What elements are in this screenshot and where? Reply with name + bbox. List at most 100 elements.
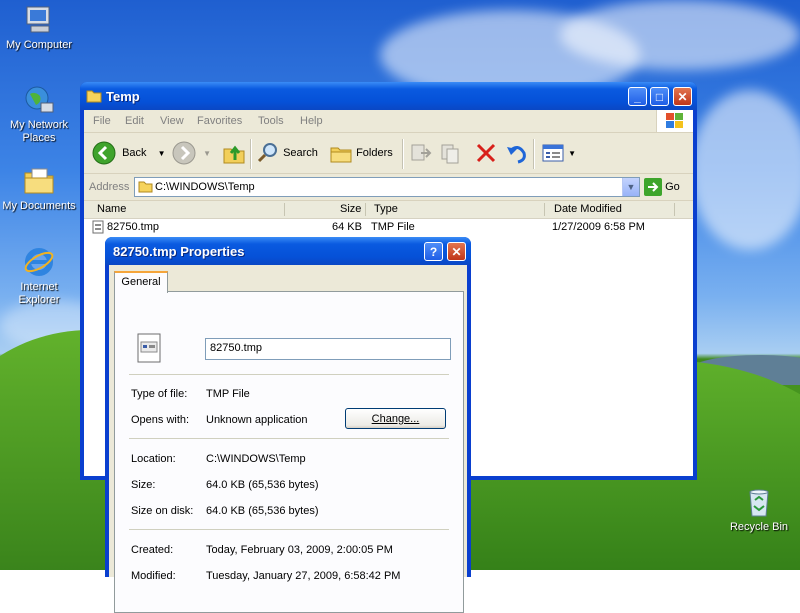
opens-with-value: Unknown application — [206, 414, 308, 426]
file-name-value: 82750.tmp — [210, 342, 262, 354]
column-divider[interactable] — [544, 203, 545, 216]
column-header-date-modified[interactable]: Date Modified — [554, 203, 622, 215]
folders-label: Folders — [356, 147, 393, 159]
address-input[interactable]: C:\WINDOWS\Temp ▼ — [134, 177, 640, 197]
size-on-disk-value: 64.0 KB (65,536 bytes) — [206, 505, 319, 517]
file-name-field[interactable]: 82750.tmp — [205, 338, 451, 360]
toolbar-separator — [250, 139, 252, 169]
address-value: C:\WINDOWS\Temp — [155, 181, 255, 193]
maximize-icon: □ — [655, 90, 664, 104]
go-button[interactable]: Go — [644, 178, 680, 197]
menu-help[interactable]: Help — [300, 115, 323, 127]
toolbar-separator — [533, 139, 535, 169]
desktop-icon-network-places[interactable]: My Network Places — [0, 84, 78, 145]
type-value: TMP File — [206, 388, 250, 400]
opens-with-label: Opens with: — [131, 414, 190, 426]
location-value: C:\WINDOWS\Temp — [206, 453, 306, 465]
file-type-cell: TMP File — [371, 221, 415, 233]
search-label: Search — [283, 147, 318, 159]
minimize-button[interactable]: _ — [628, 87, 647, 106]
file-size-cell: 64 KB — [332, 221, 362, 233]
tab-general[interactable]: General — [114, 271, 168, 293]
desktop-icon-recycle-bin[interactable]: Recycle Bin — [720, 486, 798, 534]
delete-icon — [476, 144, 496, 163]
column-divider[interactable] — [365, 203, 366, 216]
go-label: Go — [665, 181, 680, 193]
menu-bar: File Edit View Favorites Tools Help — [84, 110, 693, 133]
cloud — [560, 0, 800, 70]
toolbar: Back ▼ ▼ Search Folders ▼ — [84, 133, 693, 174]
views-icon — [542, 144, 564, 162]
table-row[interactable]: 82750.tmp 64 KB TMP File 1/27/2009 6:58 … — [84, 220, 693, 236]
modified-value: Tuesday, January 27, 2009, 6:58:42 PM — [206, 570, 401, 582]
folders-icon — [330, 147, 352, 163]
minimize-icon: _ — [634, 90, 641, 104]
file-name-cell: 82750.tmp — [107, 221, 159, 233]
column-header-row: Name Size Type Date Modified — [84, 201, 693, 219]
close-button[interactable]: ✕ — [673, 87, 692, 106]
desktop-icon-label: Internet Explorer — [18, 281, 60, 306]
menu-tools[interactable]: Tools — [258, 115, 284, 127]
folder-icon — [86, 89, 102, 106]
dialog-close-button[interactable]: ✕ — [447, 242, 466, 261]
forward-button[interactable]: ▼ — [172, 141, 211, 165]
move-to-icon — [411, 144, 432, 161]
desktop-icon-my-documents[interactable]: My Documents — [0, 165, 78, 213]
recycle-bin-icon — [743, 486, 775, 518]
chevron-down-icon: ▼ — [568, 149, 576, 158]
delete-button[interactable] — [474, 141, 498, 165]
properties-dialog[interactable]: 82750.tmp Properties ? ✕ 82750.tmp Type … — [105, 237, 471, 613]
address-label: Address — [89, 181, 130, 193]
menu-file[interactable]: File — [93, 115, 111, 127]
location-label: Location: — [131, 453, 176, 465]
general-panel: 82750.tmp Type of file: TMP File Opens w… — [114, 291, 464, 613]
address-dropdown-button[interactable]: ▼ — [622, 178, 639, 196]
close-icon: ✕ — [451, 245, 462, 259]
address-bar: Address C:\WINDOWS\Temp ▼ Go — [84, 174, 693, 201]
desktop-icon-label: My Computer — [5, 39, 73, 51]
type-label: Type of file: — [131, 388, 188, 400]
window-title: Temp — [106, 89, 140, 104]
file-modified-cell: 1/27/2009 6:58 PM — [552, 221, 645, 233]
desktop-icon-label: Recycle Bin — [729, 521, 789, 533]
desktop-icon-internet-explorer[interactable]: Internet Explorer — [0, 246, 78, 307]
back-arrow-icon — [92, 141, 116, 165]
divider — [129, 529, 449, 530]
menu-edit[interactable]: Edit — [125, 115, 144, 127]
desktop-icon-label: My Network Places — [9, 119, 69, 144]
toolbar-separator — [402, 139, 404, 169]
column-header-size[interactable]: Size — [340, 203, 361, 215]
created-label: Created: — [131, 544, 174, 556]
column-divider[interactable] — [674, 203, 675, 216]
cloud — [690, 90, 800, 250]
folder-icon — [138, 180, 153, 196]
undo-icon — [507, 146, 526, 164]
chevron-down-icon: ▼ — [203, 149, 211, 158]
modified-label: Modified: — [131, 570, 176, 582]
size-on-disk-label: Size on disk: — [131, 505, 194, 517]
column-header-type[interactable]: Type — [374, 203, 398, 215]
column-header-name[interactable]: Name — [97, 203, 126, 215]
change-button[interactable]: Change... — [345, 408, 446, 429]
copy-to-button[interactable] — [439, 141, 463, 165]
up-folder-button[interactable] — [222, 141, 246, 165]
column-divider[interactable] — [284, 203, 285, 216]
menu-view[interactable]: View — [160, 115, 184, 127]
help-button[interactable]: ? — [424, 242, 443, 261]
back-label: Back — [122, 147, 147, 159]
search-icon — [257, 143, 277, 163]
move-to-button[interactable] — [409, 141, 433, 165]
maximize-button[interactable]: □ — [650, 87, 669, 106]
dialog-titlebar[interactable]: 82750.tmp Properties ? ✕ — [105, 237, 471, 265]
folders-button[interactable]: Folders — [329, 141, 393, 165]
views-button[interactable]: ▼ — [541, 141, 576, 165]
created-value: Today, February 03, 2009, 2:00:05 PM — [206, 544, 393, 556]
back-button[interactable]: Back ▼ — [92, 141, 166, 165]
desktop-icon-my-computer[interactable]: My Computer — [0, 4, 78, 52]
menu-favorites[interactable]: Favorites — [197, 115, 242, 127]
up-folder-icon — [223, 145, 245, 164]
search-button[interactable]: Search — [256, 141, 318, 165]
chevron-down-icon[interactable]: ▼ — [158, 149, 166, 158]
undo-button[interactable] — [504, 141, 528, 165]
explorer-titlebar[interactable]: Temp _ □ ✕ — [80, 82, 697, 110]
